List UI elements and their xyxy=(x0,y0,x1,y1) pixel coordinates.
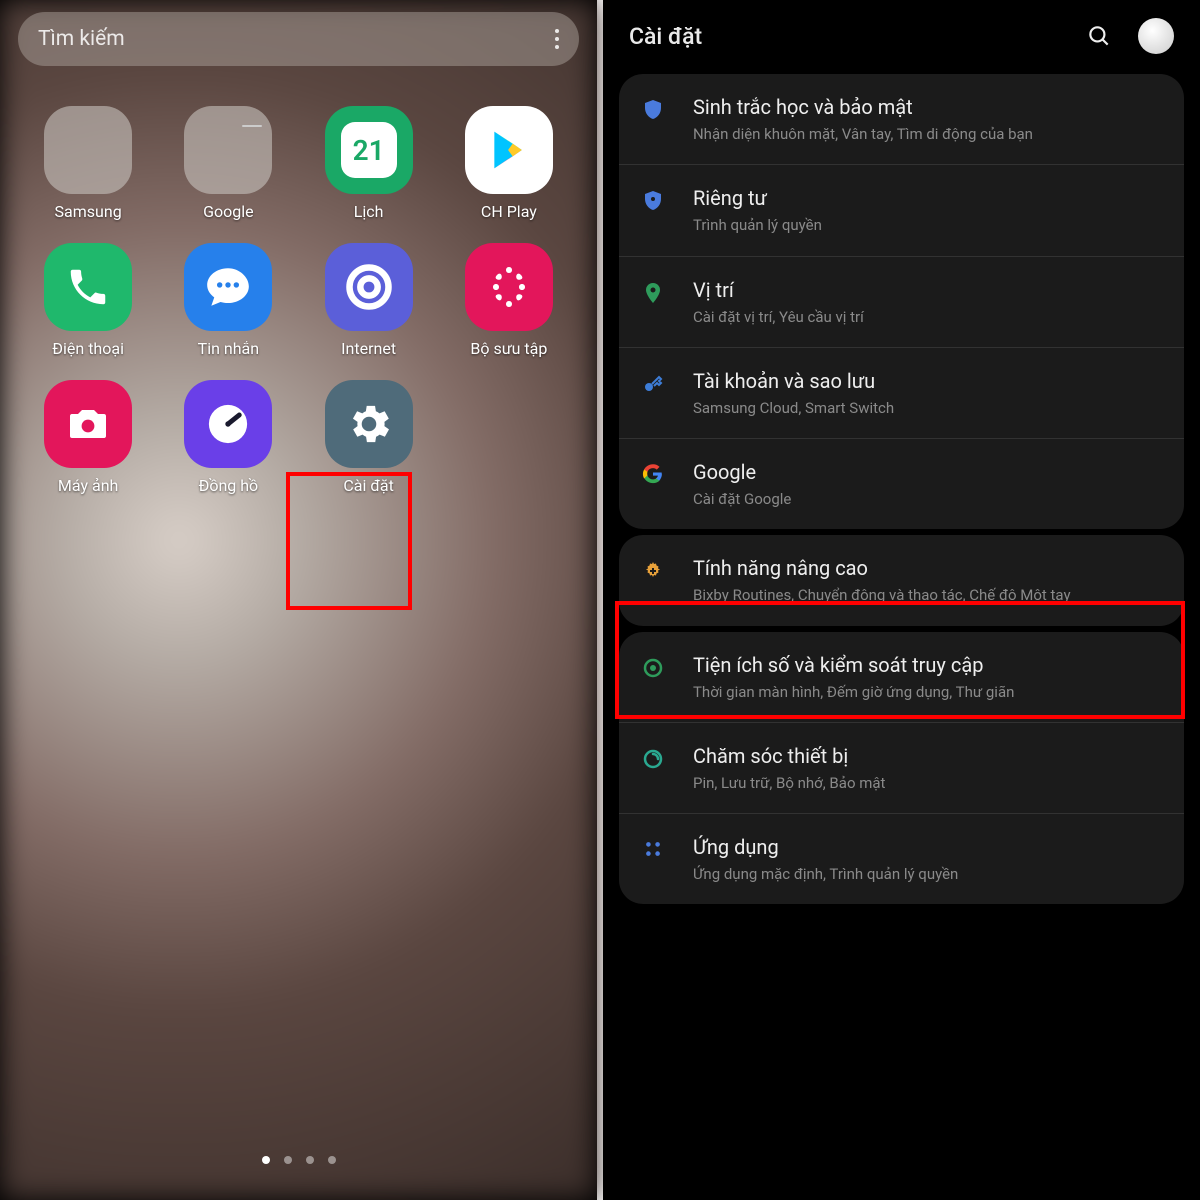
row-title: Google xyxy=(693,459,1166,485)
message-icon xyxy=(184,243,272,331)
shield-icon xyxy=(631,94,675,122)
app-clock[interactable]: Đồng hồ xyxy=(164,380,292,495)
app-google-folder[interactable]: Google xyxy=(164,106,292,221)
device-care-icon xyxy=(631,743,675,771)
location-icon xyxy=(631,277,675,305)
settings-item-accounts[interactable]: Tài khoản và sao lưu Samsung Cloud, Smart… xyxy=(619,348,1184,439)
search-icon[interactable] xyxy=(1086,23,1112,49)
settings-item-device-care[interactable]: Chăm sóc thiết bị Pin, Lưu trữ, Bộ nhớ, B… xyxy=(619,723,1184,814)
app-label: CH Play xyxy=(481,202,537,221)
avatar[interactable] xyxy=(1138,18,1174,54)
folder-icon xyxy=(44,106,132,194)
app-camera[interactable]: Máy ảnh xyxy=(24,380,152,495)
settings-item-location[interactable]: Vị trí Cài đặt vị trí, Yêu cầu vị trí xyxy=(619,257,1184,348)
phone-icon xyxy=(44,243,132,331)
row-title: Vị trí xyxy=(693,277,1166,303)
page-title: Cài đặt xyxy=(629,23,702,50)
settings-screen: Cài đặt Sinh trắc học và bảo mật Nhận diệ… xyxy=(603,0,1200,1200)
app-label: Điện thoại xyxy=(52,339,124,358)
app-grid: Samsung Google 21 Lịch CH xyxy=(18,66,579,495)
row-title: Tính năng nâng cao xyxy=(693,555,1166,581)
highlight-advanced-features xyxy=(615,601,1185,719)
play-icon xyxy=(465,106,553,194)
row-sub: Cài đặt vị trí, Yêu cầu vị trí xyxy=(693,307,1166,327)
app-samsung-folder[interactable]: Samsung xyxy=(24,106,152,221)
key-icon xyxy=(631,368,675,396)
settings-group: Sinh trắc học và bảo mật Nhận diện khuôn … xyxy=(619,74,1184,529)
highlight-settings-app xyxy=(286,472,412,610)
calendar-icon: 21 xyxy=(325,106,413,194)
app-label: Lịch xyxy=(354,202,384,221)
app-phone[interactable]: Điện thoại xyxy=(24,243,152,358)
row-title: Ứng dụng xyxy=(693,834,1166,860)
settings-header: Cài đặt xyxy=(603,0,1200,68)
app-internet[interactable]: Internet xyxy=(305,243,433,358)
row-title: Chăm sóc thiết bị xyxy=(693,743,1166,769)
gallery-icon xyxy=(465,243,553,331)
app-messages[interactable]: Tin nhắn xyxy=(164,243,292,358)
app-label: Samsung xyxy=(55,202,122,221)
row-sub: Cài đặt Google xyxy=(693,489,1166,509)
app-gallery[interactable]: Bộ sưu tập xyxy=(445,243,573,358)
camera-icon xyxy=(44,380,132,468)
folder-icon xyxy=(184,106,272,194)
row-title: Sinh trắc học và bảo mật xyxy=(693,94,1166,120)
page-indicator xyxy=(0,1156,597,1164)
app-calendar[interactable]: 21 Lịch xyxy=(305,106,433,221)
row-sub: Ứng dụng mặc định, Trình quản lý quyền xyxy=(693,864,1166,884)
search-bar[interactable]: Tìm kiếm xyxy=(18,12,579,66)
apps-grid-icon xyxy=(631,834,675,860)
shield-badge-icon xyxy=(631,185,675,213)
settings-item-apps[interactable]: Ứng dụng Ứng dụng mặc định, Trình quản lý… xyxy=(619,814,1184,904)
google-icon xyxy=(631,459,675,485)
app-play-store[interactable]: CH Play xyxy=(445,106,573,221)
more-icon[interactable] xyxy=(555,29,559,49)
app-label: Google xyxy=(203,202,254,221)
settings-item-privacy[interactable]: Riêng tư Trình quản lý quyền xyxy=(619,165,1184,256)
row-sub: Trình quản lý quyền xyxy=(693,215,1166,235)
app-label: Bộ sưu tập xyxy=(470,339,547,358)
search-placeholder: Tìm kiếm xyxy=(38,27,125,51)
clock-icon xyxy=(184,380,272,468)
row-sub: Nhận diện khuôn mặt, Vân tay, Tìm di độn… xyxy=(693,124,1166,144)
row-sub: Samsung Cloud, Smart Switch xyxy=(693,398,1166,418)
internet-icon xyxy=(325,243,413,331)
app-label: Đồng hồ xyxy=(199,476,259,495)
row-sub: Pin, Lưu trữ, Bộ nhớ, Bảo mật xyxy=(693,773,1166,793)
plus-gear-icon xyxy=(631,555,675,583)
app-label: Máy ảnh xyxy=(58,476,118,495)
app-drawer-screen: Tìm kiếm Samsung Google xyxy=(0,0,597,1200)
row-title: Tài khoản và sao lưu xyxy=(693,368,1166,394)
gear-icon xyxy=(325,380,413,468)
app-label: Internet xyxy=(341,339,396,358)
settings-item-biometrics[interactable]: Sinh trắc học và bảo mật Nhận diện khuôn … xyxy=(619,74,1184,165)
app-label: Tin nhắn xyxy=(198,339,259,358)
settings-item-google[interactable]: Google Cài đặt Google xyxy=(619,439,1184,529)
row-title: Riêng tư xyxy=(693,185,1166,211)
